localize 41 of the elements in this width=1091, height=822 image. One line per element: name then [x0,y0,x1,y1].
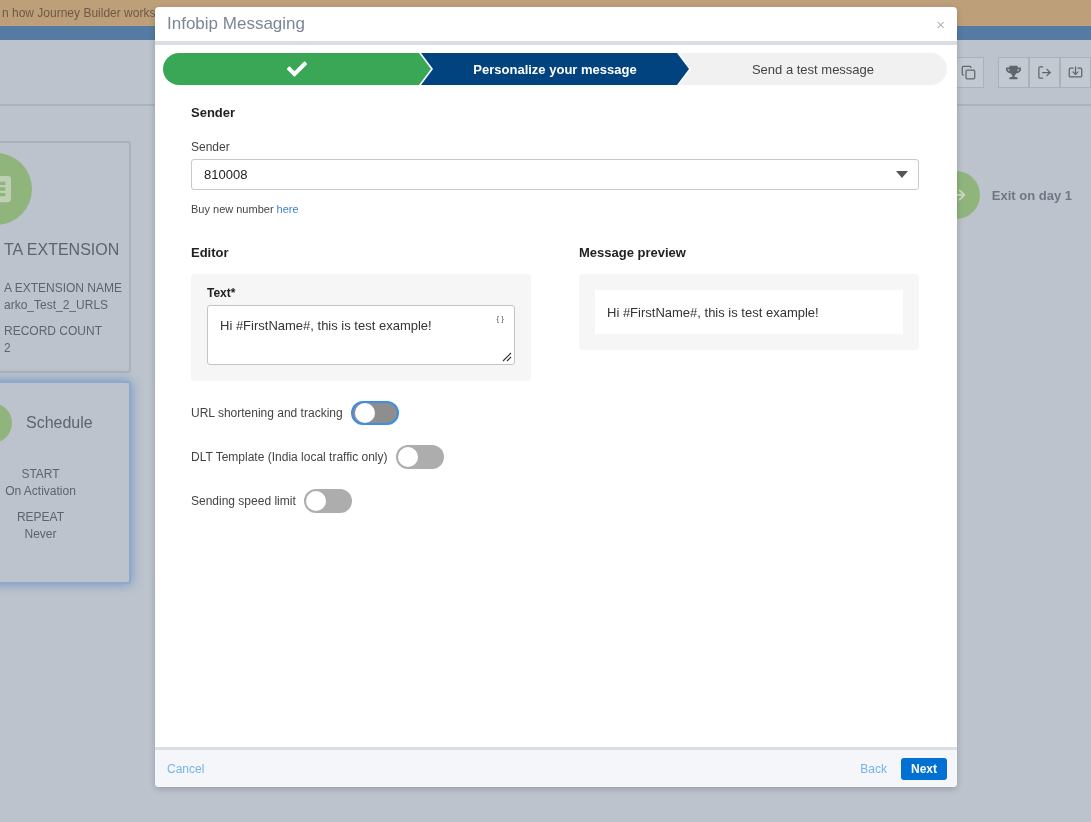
toggle-label: DLT Template (India local traffic only) [191,450,388,464]
card-title: Schedule [26,414,93,432]
resize-grip-icon [502,352,512,362]
section-heading: Message preview [579,245,687,260]
field-label: REPEAT [16,510,65,524]
check-icon [287,59,307,79]
toggle-label: URL shortening and tracking [191,406,343,420]
trophy-icon[interactable] [998,56,1029,88]
hint-text: Buy new number here [191,203,300,215]
toggle-switch[interactable] [350,401,399,425]
sender-select[interactable]: 810008 [191,159,919,190]
card-title: TA EXTENSION [4,241,120,259]
modal-title: Infobip Messaging [167,14,305,34]
wizard-step[interactable] [163,53,431,85]
toggle-label: Sending speed limit [191,494,296,508]
preview-text: Hi #FirstName#, this is test example! [595,290,903,334]
field-label: A EXTENSION NAME [4,281,123,295]
here-link[interactable]: here [276,203,299,215]
field-value: Never [24,527,57,541]
text-area[interactable]: Hi #FirstName#, this is test example! { } [207,305,515,365]
section-heading: Sender [191,105,237,120]
section-heading: Editor [191,245,230,260]
field-label: Text* [207,286,237,300]
next-button[interactable]: Next [901,757,947,780]
journey-card[interactable]: TA EXTENSION A EXTENSION NAME arko_Test_2_URLS RECORD COUNT 2 [0,141,131,373]
toggle-switch[interactable] [395,445,444,469]
field-label: Sender [191,140,231,154]
field-label: START [21,467,60,481]
field-label: RECORD COUNT [4,324,102,338]
import-icon[interactable] [1060,56,1091,88]
toggle-switch[interactable] [303,489,352,513]
caret-icon [896,171,908,178]
exit-icon[interactable] [1029,56,1060,88]
journey-card[interactable]: Schedule START On Activation REPEAT Never [0,381,131,584]
braces-icon[interactable]: { } [496,314,504,323]
wizard-step[interactable]: Personalize your message [421,53,689,85]
wizard-step[interactable]: Send a test message [679,53,947,85]
field-value: On Activation [5,484,76,498]
banner-text: n how Journey Builder works [2,6,156,20]
field-value: 2 [4,341,11,355]
exit-label: Exit on day 1 [991,187,1072,203]
